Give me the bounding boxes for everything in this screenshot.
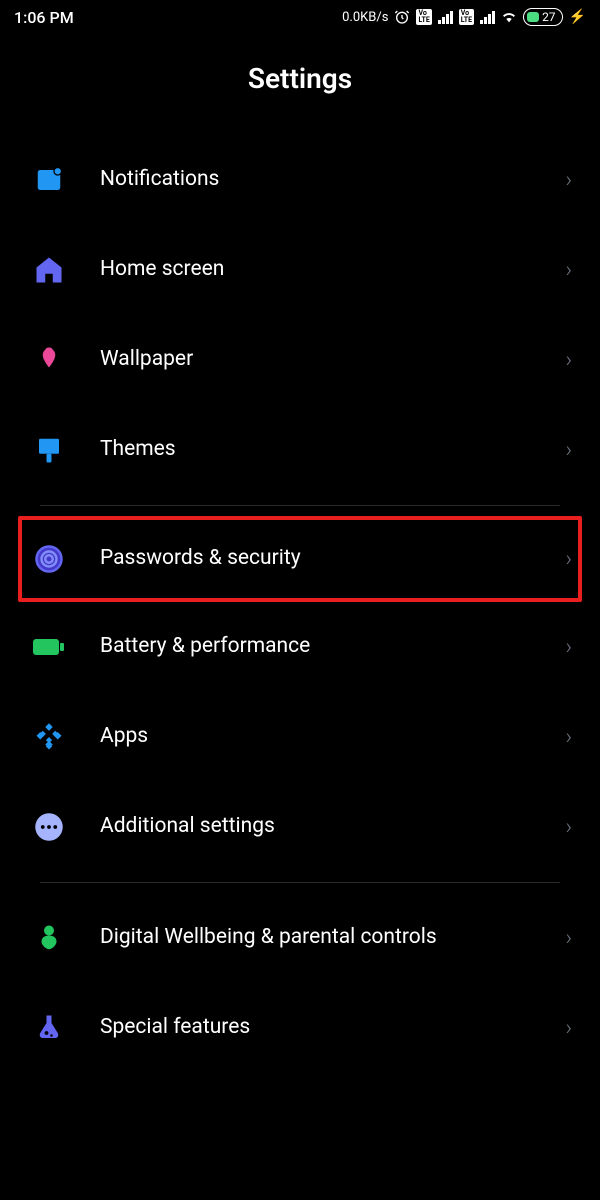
wifi-icon [501,9,517,25]
fingerprint-icon [28,538,70,580]
settings-list: Notifications › Home screen › Wallpaper … [0,135,600,1073]
settings-item-label: Special features [100,1014,565,1041]
settings-item-apps[interactable]: Apps › [20,692,580,782]
settings-item-label: Home screen [100,256,565,283]
signal-icon [438,11,453,24]
notifications-icon [28,159,70,201]
settings-item-wallpaper[interactable]: Wallpaper › [20,315,580,405]
settings-item-label: Apps [100,723,565,750]
chevron-right-icon: › [565,1016,572,1041]
status-time: 1:06 PM [14,8,74,27]
settings-item-label: Passwords & security [100,545,565,572]
home-icon [28,249,70,291]
status-right: 0.0KB/s VoLTE VoLTE 27 ⚡ [342,8,586,26]
battery-indicator: 27 [523,8,563,26]
chevron-right-icon: › [565,547,572,572]
wellbeing-icon [28,917,70,959]
data-rate: 0.0KB/s [342,10,388,25]
settings-item-wellbeing[interactable]: Digital Wellbeing & parental controls › [20,893,580,983]
settings-item-passwords-security[interactable]: Passwords & security › [18,516,582,602]
volte-icon: VoLTE [416,9,431,25]
settings-item-home-screen[interactable]: Home screen › [20,225,580,315]
chevron-right-icon: › [565,258,572,283]
settings-item-label: Notifications [100,166,565,193]
settings-item-label: Additional settings [100,813,565,840]
volte-icon-2: VoLTE [459,9,474,25]
settings-item-additional[interactable]: Additional settings › [20,782,580,872]
settings-item-special-features[interactable]: Special features › [20,983,580,1073]
divider [40,505,560,506]
chevron-right-icon: › [565,635,572,660]
settings-item-label: Digital Wellbeing & parental controls [100,924,565,951]
chevron-right-icon: › [565,168,572,193]
battery-icon [28,626,70,668]
chevron-right-icon: › [565,725,572,750]
apps-icon [28,716,70,758]
chevron-right-icon: › [565,438,572,463]
wallpaper-icon [28,339,70,381]
divider [40,882,560,883]
chevron-right-icon: › [565,926,572,951]
settings-item-themes[interactable]: Themes › [20,405,580,495]
charging-icon: ⚡ [569,9,586,25]
status-bar: 1:06 PM 0.0KB/s VoLTE VoLTE 27 ⚡ [0,0,600,34]
settings-item-battery[interactable]: Battery & performance › [20,602,580,692]
chevron-right-icon: › [565,815,572,840]
settings-item-label: Wallpaper [100,346,565,373]
settings-item-notifications[interactable]: Notifications › [20,135,580,225]
settings-item-label: Battery & performance [100,633,565,660]
signal-icon-2 [480,11,495,24]
alarm-icon [394,9,410,25]
page-title: Settings [0,34,600,135]
more-icon [28,806,70,848]
flask-icon [28,1007,70,1049]
chevron-right-icon: › [565,348,572,373]
themes-icon [28,429,70,471]
battery-pct: 27 [542,10,556,24]
settings-item-label: Themes [100,436,565,463]
